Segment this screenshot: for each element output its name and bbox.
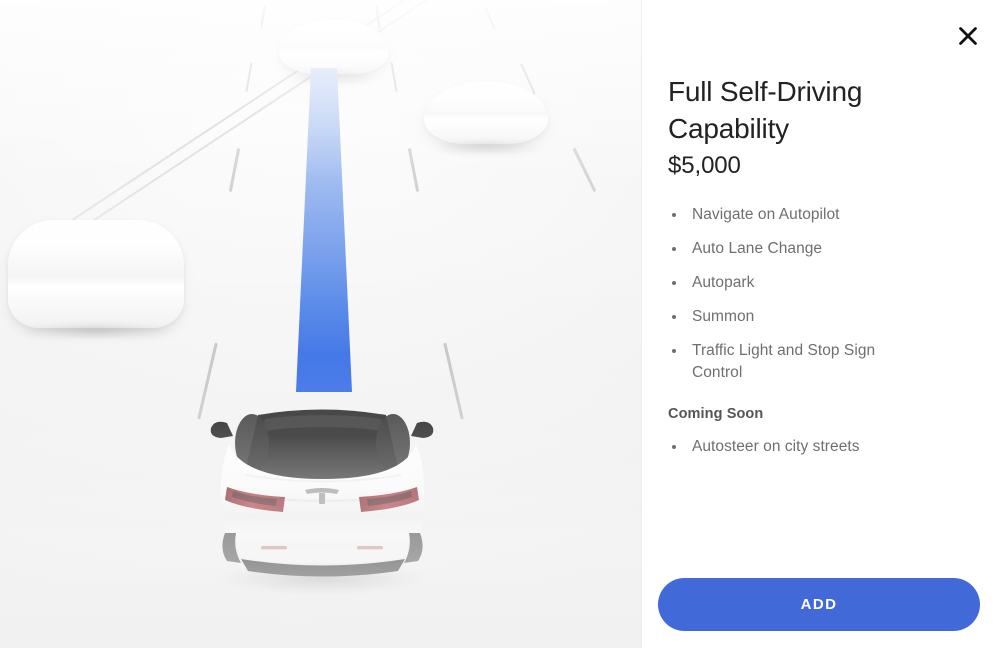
lane-dash [228,148,240,192]
autopilot-road-visualization [0,0,642,648]
add-button[interactable]: ADD [658,578,980,631]
page-title: Full Self-Driving Capability [668,76,863,144]
lane-dash [407,148,419,192]
close-icon-glyph [959,27,977,45]
lane-dash [484,6,496,30]
lane-dash [245,62,253,92]
feature-list: Navigate on Autopilot Auto Lane Change A… [668,204,926,384]
surrounding-vehicle [279,20,389,74]
lane-dash [443,342,465,420]
surrounding-vehicle [8,220,184,328]
ego-vehicle-tesla-model-3 [210,409,434,596]
road-edge-line-inner [80,0,453,229]
fsd-option-screen: Full Self-Driving Capability $5,000 Navi… [0,0,1004,648]
list-item: Navigate on Autopilot [668,204,926,226]
lane-dash [390,62,398,92]
lane-dash [572,147,596,193]
lane-dash [260,5,266,29]
surrounding-vehicle [424,82,548,144]
coming-soon-heading: Coming Soon [668,405,764,422]
option-detail-panel: Full Self-Driving Capability $5,000 Navi… [642,0,1004,648]
close-icon[interactable] [946,14,990,58]
price-label: $5,000 [668,151,741,179]
list-item: Autosteer on city streets [668,436,926,458]
list-item: Traffic Light and Stop Sign Control [668,340,926,384]
list-item: Autopark [668,272,926,294]
coming-soon-feature-list: Autosteer on city streets [668,436,926,458]
list-item: Auto Lane Change [668,238,926,260]
list-item: Summon [668,306,926,328]
